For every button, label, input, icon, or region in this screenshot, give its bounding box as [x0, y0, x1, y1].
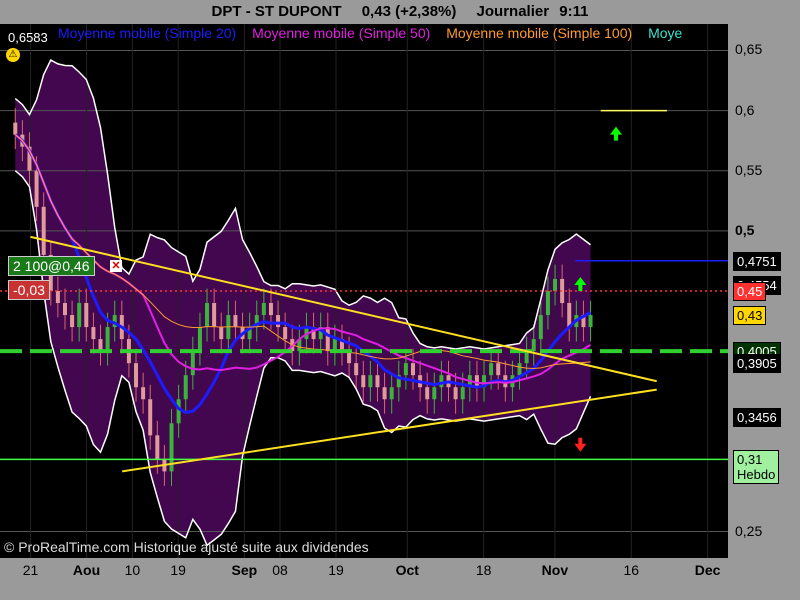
legend-ma100[interactable]: Moyenne mobile (Simple 100)	[446, 25, 632, 41]
quote-value: 0,43 (+2,38%)	[361, 3, 457, 20]
candle-body-37	[276, 315, 281, 328]
candle-body-60	[439, 375, 444, 388]
legend-ma20[interactable]: Moyenne mobile (Simple 20)	[58, 25, 236, 41]
close-icon[interactable]: ✕	[110, 260, 122, 272]
candle-body-24	[183, 375, 188, 400]
candle-body-73	[531, 339, 536, 352]
y-axis-tag-2: 0,45	[733, 282, 767, 301]
legend: Moyenne mobile (Simple 20) Moyenne mobil…	[0, 24, 728, 42]
x-tick-label-6: 19	[328, 562, 344, 578]
candle-body-53	[389, 387, 394, 400]
x-tick-label-10: 16	[623, 562, 640, 578]
y-axis-tag-3: 0,43	[733, 306, 767, 326]
candle-body-9	[77, 303, 82, 328]
candle-body-52	[382, 387, 387, 400]
candle-body-62	[453, 387, 458, 400]
x-tick-label-9: Nov	[541, 562, 569, 578]
order-label[interactable]: 2 100@0,46	[8, 256, 95, 276]
ticker-title: DPT - ST DUPONT	[211, 3, 342, 20]
y-axis-tag-5: 0,3905	[733, 353, 781, 373]
title-bar: DPT - ST DUPONT 0,43 (+2,38%) Journalier…	[0, 0, 800, 24]
y-axis-tag-0: 0,4751	[733, 251, 781, 271]
candle-body-55	[403, 363, 408, 376]
candle-body-81	[588, 315, 593, 328]
candle-body-17	[134, 363, 139, 388]
legend-ma-other[interactable]: Moye	[648, 25, 682, 41]
candle-body-20	[155, 435, 160, 460]
x-tick-label-0: 21	[22, 562, 39, 578]
y-tick-label-0: 0,65	[735, 41, 763, 58]
candle-body-65	[474, 375, 479, 388]
candle-body-63	[460, 387, 465, 400]
y-axis-tag-6: 0,3456	[733, 407, 781, 427]
candle-body-3	[34, 170, 39, 207]
legend-ma50[interactable]: Moyenne mobile (Simple 50)	[252, 25, 430, 41]
candle-body-67	[489, 363, 494, 376]
alarm-icon[interactable]: ⚠	[6, 48, 20, 62]
profit-loss-label: -0,03	[8, 280, 50, 300]
x-tick-label-11: Dec	[694, 562, 721, 578]
candle-body-13	[105, 327, 110, 352]
candle-body-6	[55, 291, 60, 304]
price-chart[interactable]	[0, 24, 728, 558]
candle-body-11	[91, 327, 96, 340]
plot-area[interactable]	[0, 24, 728, 558]
x-tick-label-4: Sep	[231, 562, 258, 578]
signal-arrow-2	[574, 437, 587, 452]
candle-body-49	[361, 375, 366, 388]
candle-body-8	[70, 315, 75, 328]
chart-window: DPT - ST DUPONT 0,43 (+2,38%) Journalier…	[0, 0, 800, 600]
signal-arrow-0	[610, 126, 622, 141]
candle-body-50	[368, 375, 373, 388]
candle-body-59	[432, 387, 437, 400]
candle-body-19	[148, 399, 153, 436]
candle-body-0	[13, 122, 18, 135]
candle-body-18	[141, 387, 146, 400]
candle-body-23	[176, 399, 181, 424]
candle-body-44	[325, 327, 330, 352]
candle-body-76	[553, 278, 558, 291]
candle-body-4	[41, 206, 46, 255]
x-tick-label-7: Oct	[395, 562, 419, 578]
x-tick-label-8: 18	[475, 562, 492, 578]
time-label: 9:11	[559, 3, 589, 20]
y-tick-label-1: 0,6	[735, 101, 755, 118]
candle-body-51	[375, 375, 380, 388]
x-tick-label-2: 10	[124, 562, 141, 578]
y-tick-label-4: 0,25	[735, 522, 763, 539]
candle-body-36	[268, 303, 273, 316]
candle-body-68	[496, 363, 501, 376]
copyright-text: © ProRealTime.com Historique ajusté suit…	[4, 539, 369, 555]
candle-body-48	[354, 363, 359, 376]
candle-body-78	[567, 303, 572, 328]
candle-body-56	[410, 363, 415, 376]
candle-body-10	[84, 303, 89, 328]
candle-body-38	[283, 327, 288, 340]
candle-body-28	[212, 303, 217, 328]
last-value-label: 0,6583	[8, 30, 48, 45]
candle-body-26	[197, 327, 202, 352]
x-tick-label-3: 19	[170, 562, 186, 578]
candle-body-71	[517, 363, 522, 376]
x-tick-label-5: 08	[272, 562, 288, 578]
candle-body-7	[62, 303, 67, 316]
candle-body-31	[233, 315, 238, 328]
y-tick-label-2: 0,55	[735, 161, 763, 178]
candle-body-29	[219, 327, 224, 340]
candle-body-27	[205, 303, 210, 328]
y-axis-tag-7: 0,31 Hebdo	[733, 450, 780, 485]
period-label: Journalier	[476, 3, 550, 20]
x-tick-label-1: Aou	[72, 562, 101, 578]
candle-body-35	[261, 303, 266, 316]
candle-body-58	[425, 387, 430, 400]
y-tick-label-3: 0,5	[735, 221, 755, 238]
candle-body-75	[545, 291, 550, 316]
candle-body-74	[538, 315, 543, 340]
candle-body-25	[190, 351, 195, 376]
